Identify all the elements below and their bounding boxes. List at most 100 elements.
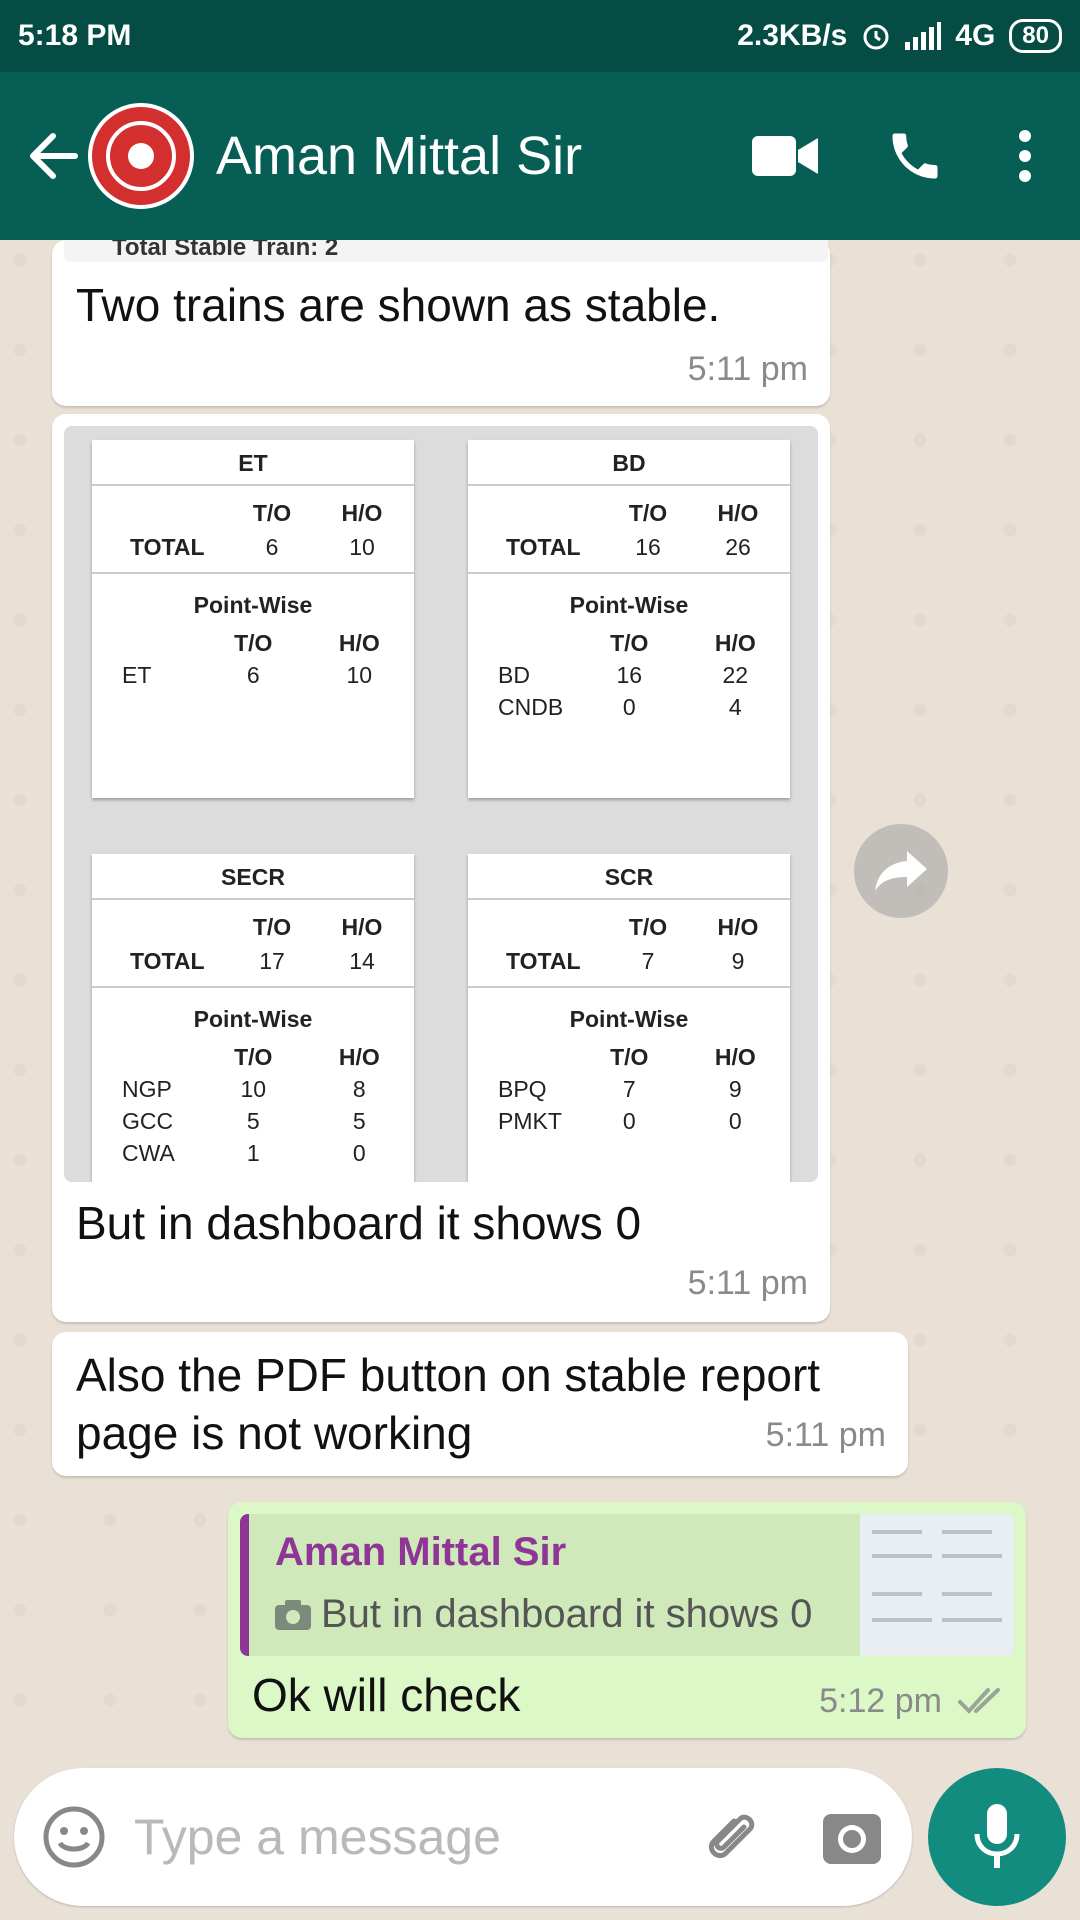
video-camera-icon <box>752 136 818 176</box>
report-card: SECR T/O H/O TOTAL 17 14 Point-Wise T/O H… <box>92 854 414 1182</box>
camera-button[interactable] <box>792 1808 912 1866</box>
status-bar: 5:18 PM 2.3KB/s 4G 80 <box>0 0 1080 72</box>
paperclip-icon <box>708 1814 755 1859</box>
message-bubble[interactable]: Total Stable Train: 2 Two trains are sho… <box>52 240 830 406</box>
col-header: T/O <box>628 500 668 526</box>
message-composer: Type a message <box>14 1768 912 1906</box>
table-row: CNDB 0 4 <box>498 693 742 720</box>
video-call-button[interactable] <box>740 111 830 201</box>
camera-icon <box>823 1814 881 1864</box>
table-row: ET 6 10 <box>122 661 373 688</box>
pointwise-table: T/O H/O ET 6 10 <box>92 627 414 691</box>
total-value: 10 <box>349 534 375 560</box>
table-row: BD 16 22 <box>498 661 749 688</box>
message-time: 5:11 pm <box>687 350 808 388</box>
card-total: T/O H/O TOTAL 7 9 <box>468 900 790 988</box>
attach-button[interactable] <box>672 1805 792 1869</box>
status-time: 5:18 PM <box>18 19 132 52</box>
table-row: PMKT 0 0 <box>498 1107 742 1134</box>
image-strip-text: Total Stable Train: 2 <box>112 240 339 261</box>
total-value: 9 <box>731 948 745 974</box>
camera-icon <box>275 1599 311 1630</box>
table-row: NGP 10 8 <box>122 1075 366 1102</box>
total-value: 17 <box>259 948 285 974</box>
pointwise-title: Point-Wise <box>569 592 689 618</box>
voice-call-button[interactable] <box>870 111 960 201</box>
quoted-reply[interactable]: Aman Mittal Sir But in dashboard it show… <box>240 1514 1014 1656</box>
phone-icon <box>892 133 938 179</box>
emoji-icon <box>43 1806 105 1868</box>
pointwise-title: Point-Wise <box>193 1006 313 1032</box>
arrow-left-icon <box>30 133 78 179</box>
report-card: SCR T/O H/O TOTAL 7 9 Point-Wise T/O H/O … <box>468 854 790 1182</box>
message-bubble[interactable]: Also the PDF button on stable report pag… <box>52 1332 908 1476</box>
card-total: T/O H/O TOTAL 6 10 <box>92 486 414 574</box>
contact-name[interactable]: Aman Mittal Sir <box>216 125 740 187</box>
card-title: SCR <box>468 854 790 900</box>
message-time: 5:11 pm <box>687 1264 808 1302</box>
col-header: H/O <box>717 914 759 940</box>
total-label: TOTAL <box>130 948 205 974</box>
alarm-icon <box>863 24 889 50</box>
pointwise-title: Point-Wise <box>193 592 313 618</box>
image-thumbnail[interactable]: ET T/O H/O TOTAL 6 10 Point-Wise T/O H/O … <box>64 426 818 1182</box>
image-caption: But in dashboard it shows 0 <box>76 1197 642 1249</box>
quoted-author: Aman Mittal Sir <box>275 1530 567 1574</box>
image-strip[interactable]: Total Stable Train: 2 <box>64 240 828 262</box>
battery-icon: 80 <box>1009 19 1062 53</box>
pointwise-table: T/O H/O NGP 10 8 GCC 5 5 CWA 1 0 <box>92 1041 414 1169</box>
signal-icon <box>905 22 942 50</box>
col-header: T/O <box>252 500 292 526</box>
col-header: H/O <box>341 914 383 940</box>
message-input[interactable]: Type a message <box>134 1808 672 1866</box>
forward-button[interactable] <box>854 824 948 918</box>
card-title: BD <box>468 440 790 486</box>
chat-area[interactable]: Total Stable Train: 2 Two trains are sho… <box>0 240 1080 1760</box>
total-label: TOTAL <box>506 948 581 974</box>
report-card: BD T/O H/O TOTAL 16 26 Point-Wise T/O H/O… <box>468 440 790 798</box>
col-header: H/O <box>341 500 383 526</box>
table-row: CWA 1 0 <box>122 1139 366 1166</box>
message-time: 5:11 pm <box>765 1416 886 1454</box>
total-label: TOTAL <box>130 534 205 560</box>
network-speed: 2.3KB/s <box>737 19 848 52</box>
emoji-button[interactable] <box>14 1805 134 1869</box>
quoted-text: But in dashboard it shows 0 <box>321 1592 813 1636</box>
card-total: T/O H/O TOTAL 17 14 <box>92 900 414 988</box>
microphone-icon <box>974 1804 1020 1868</box>
message-text: Two trains are shown as stable. <box>76 279 721 331</box>
quoted-text-row: But in dashboard it shows 0 <box>275 1592 812 1637</box>
quoted-image-thumbnail <box>860 1514 1014 1656</box>
table-row: BPQ 7 9 <box>498 1075 742 1102</box>
voice-record-button[interactable] <box>928 1768 1066 1906</box>
col-header: H/O <box>717 500 759 526</box>
report-card: ET T/O H/O TOTAL 6 10 Point-Wise T/O H/O … <box>92 440 414 798</box>
message-text: Also the PDF button on stable report pag… <box>76 1349 821 1459</box>
message-text: Ok will check <box>252 1669 521 1721</box>
avatar[interactable] <box>88 103 194 209</box>
double-check-icon <box>958 1688 1000 1714</box>
total-label: TOTAL <box>506 534 581 560</box>
pointwise-title: Point-Wise <box>569 1006 689 1032</box>
col-header: T/O <box>252 914 292 940</box>
table-row: GCC 5 5 <box>122 1107 366 1134</box>
message-time: 5:12 pm <box>819 1682 942 1720</box>
pointwise-table: T/O H/O BD 16 22 CNDB 0 4 <box>468 627 790 723</box>
total-value: 16 <box>635 534 661 560</box>
card-total: T/O H/O TOTAL 16 26 <box>468 486 790 574</box>
outgoing-message-bubble[interactable]: Aman Mittal Sir But in dashboard it show… <box>228 1502 1026 1738</box>
card-title: ET <box>92 440 414 486</box>
chat-header: Aman Mittal Sir <box>0 72 1080 240</box>
total-value: 7 <box>641 948 655 974</box>
total-value: 14 <box>349 948 375 974</box>
more-vertical-icon <box>1019 130 1031 182</box>
network-type: 4G <box>955 19 996 52</box>
back-button[interactable] <box>18 121 88 191</box>
col-header: T/O <box>628 914 668 940</box>
total-value: 26 <box>725 534 751 560</box>
total-value: 6 <box>265 534 279 560</box>
image-message-bubble[interactable]: ET T/O H/O TOTAL 6 10 Point-Wise T/O H/O … <box>52 414 830 1322</box>
more-options-button[interactable] <box>1000 111 1050 201</box>
pointwise-table: T/O H/O BPQ 7 9 PMKT 0 0 <box>468 1041 790 1137</box>
card-title: SECR <box>92 854 414 900</box>
